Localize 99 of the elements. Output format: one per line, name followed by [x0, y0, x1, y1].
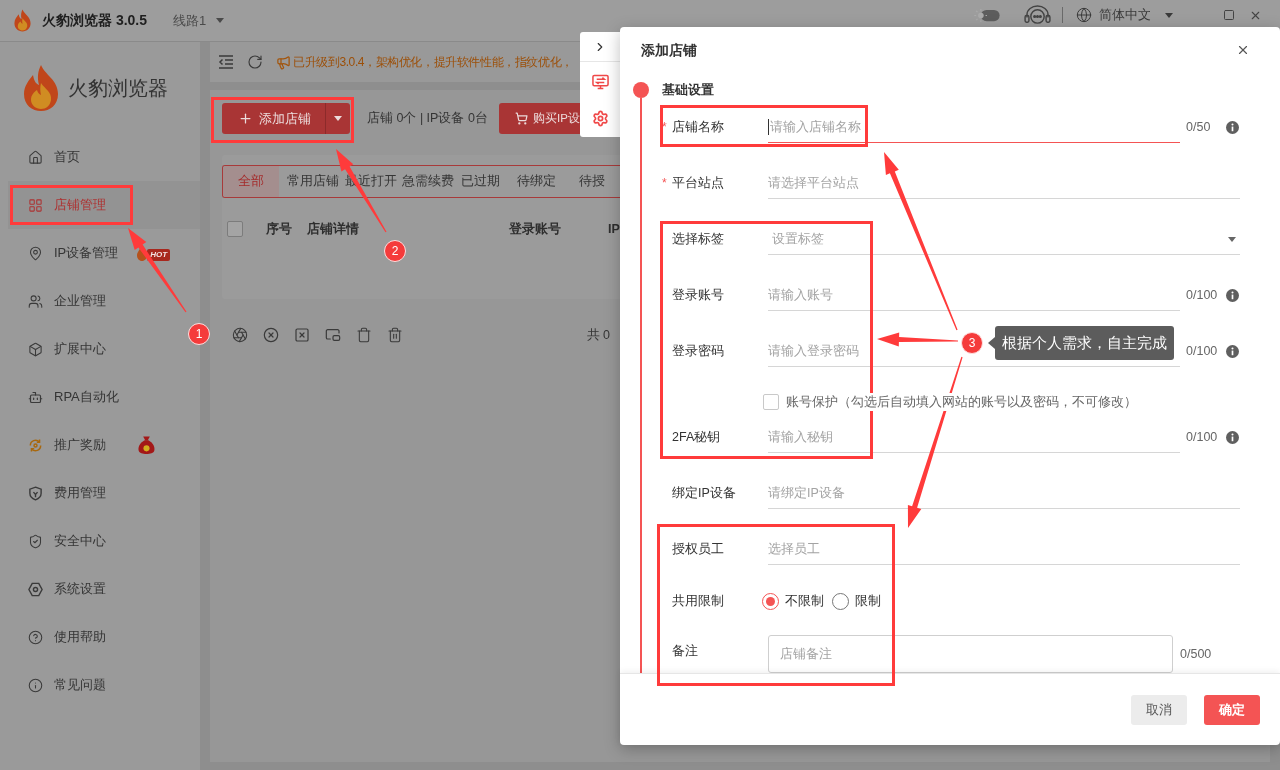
buy-ip-button[interactable]: 购买IP设 — [499, 103, 580, 134]
text-cursor — [768, 119, 769, 135]
caret-down-icon — [1228, 237, 1236, 242]
circle-x-icon[interactable] — [263, 327, 279, 343]
caret-down-icon — [334, 116, 342, 121]
sidebar-item[interactable]: RPA自动化 — [8, 373, 200, 421]
cube-icon — [28, 341, 43, 357]
info-icon — [1226, 121, 1239, 134]
picture-in-picture-icon[interactable] — [325, 327, 341, 343]
total-count-text: 共 0 — [586, 326, 610, 344]
grid-icon — [28, 197, 43, 213]
field-label: 选择标签 — [672, 231, 724, 248]
info-icon — [1226, 345, 1239, 358]
close-icon[interactable] — [1236, 43, 1250, 57]
radio-option[interactable]: 不限制 — [762, 591, 824, 611]
field-label: 平台站点 — [672, 175, 724, 192]
users-icon — [28, 293, 43, 309]
field-label: 授权员工 — [672, 541, 724, 558]
help-icon — [28, 629, 43, 645]
checkbox[interactable] — [763, 394, 779, 410]
filter-tab[interactable]: 常用店铺 — [279, 166, 337, 197]
character-counter: 0/500 — [1180, 646, 1212, 663]
settings-icon[interactable] — [591, 110, 609, 127]
sidebar-item[interactable]: 安全中心 — [8, 517, 200, 565]
field-label: 绑定IP设备 — [672, 485, 736, 502]
caret-down-icon — [1165, 12, 1173, 18]
dialog-title: 添加店铺 — [641, 40, 697, 60]
app-title: 火豹浏览器 3.0.5 — [42, 11, 148, 30]
add-store-dropdown-button[interactable] — [325, 103, 350, 134]
sun-toggle-icon[interactable] — [973, 7, 1000, 23]
field-label: 登录密码 — [672, 343, 724, 360]
outdent-icon[interactable] — [218, 55, 234, 69]
character-counter: 0/50 — [1185, 119, 1212, 136]
cancel-button[interactable]: 取消 — [1131, 694, 1187, 725]
route-dropdown[interactable]: 线路1 — [173, 10, 225, 31]
sidebar-item[interactable]: 常见问题 — [8, 661, 200, 709]
sidebar-item[interactable]: 企业管理 — [8, 277, 200, 325]
trash-icon[interactable] — [356, 327, 372, 343]
text-field[interactable]: 选择员工 — [768, 529, 1240, 565]
column-header: 序号 — [266, 220, 292, 238]
add-store-button[interactable]: 添加店铺 — [222, 103, 325, 134]
cart-icon — [515, 112, 528, 125]
refresh-icon[interactable] — [247, 54, 263, 70]
announcement-text: 已升级到3.0.4，架构优化，提升软件性能，指纹优化， — [293, 54, 573, 71]
filter-tab[interactable]: 待授 — [564, 166, 620, 197]
text-field[interactable]: 请输入店铺名称 — [768, 107, 1180, 143]
home-icon — [28, 149, 43, 165]
column-header: 店铺详情 — [307, 220, 359, 238]
character-counter: 0/100 — [1185, 343, 1219, 360]
aperture-icon[interactable] — [232, 327, 248, 343]
filter-tab[interactable]: 待绑定 — [508, 166, 564, 197]
maximize-icon[interactable] — [1223, 9, 1235, 21]
select-all-checkbox[interactable] — [227, 221, 243, 237]
sidebar-item[interactable]: 推广奖励 — [8, 421, 200, 469]
trash-icon[interactable] — [387, 327, 403, 343]
info-icon — [1226, 289, 1239, 302]
field-label: 备注 — [672, 643, 698, 660]
required-mark: * — [662, 175, 667, 192]
confirm-button[interactable]: 确定 — [1204, 694, 1260, 725]
character-counter: 0/100 — [1185, 287, 1219, 304]
plus-icon — [238, 111, 253, 126]
shield-icon — [28, 485, 43, 501]
filter-tab[interactable]: 已过期 — [452, 166, 508, 197]
monitor-icon[interactable] — [591, 74, 609, 90]
square-x-icon[interactable] — [294, 327, 310, 343]
textarea-field[interactable]: 店铺备注 — [768, 635, 1173, 673]
column-header: IP — [608, 220, 620, 238]
sidebar-item[interactable]: 费用管理 — [8, 469, 200, 517]
field-label: 店铺名称 — [672, 119, 724, 136]
callout-tooltip: 根据个人需求，自主完成 — [988, 326, 1174, 360]
map-pin-icon — [28, 245, 43, 261]
field-label: 2FA秘钥 — [672, 429, 721, 446]
section-title: 基础设置 — [662, 81, 714, 99]
store-stats-text: 店铺 0个 | IP设备 0台 — [367, 110, 485, 128]
settings-icon — [28, 581, 43, 597]
shield-check-icon — [28, 533, 43, 549]
headset-chat-icon[interactable] — [1023, 4, 1052, 26]
sidebar-item[interactable]: 首页 — [8, 133, 200, 181]
money-bag-icon — [137, 434, 156, 456]
field-label: 共用限制 — [672, 593, 724, 610]
megaphone-icon — [276, 54, 291, 70]
info-icon — [1226, 431, 1239, 444]
language-dropdown[interactable]: 简体中文 — [1076, 5, 1173, 25]
flame-logo-icon — [13, 9, 32, 32]
robot-icon — [28, 389, 43, 405]
info-icon — [28, 677, 43, 693]
brand-name: 火豹浏览器 — [68, 75, 168, 101]
sidebar-item[interactable]: 使用帮助 — [8, 613, 200, 661]
filter-tab[interactable]: 全部 — [223, 166, 279, 197]
required-mark: * — [662, 119, 667, 136]
field-label: 登录账号 — [672, 287, 724, 304]
radio-option[interactable]: 限制 — [832, 591, 881, 611]
sidebar-item[interactable]: 系统设置 — [8, 565, 200, 613]
step-marker: 1 — [188, 323, 210, 345]
column-header: 登录账号 — [509, 220, 561, 238]
globe-icon — [1076, 7, 1092, 23]
caret-down-icon — [216, 18, 225, 23]
character-counter: 0/100 — [1185, 429, 1219, 446]
circular-arrows-icon — [28, 437, 43, 453]
